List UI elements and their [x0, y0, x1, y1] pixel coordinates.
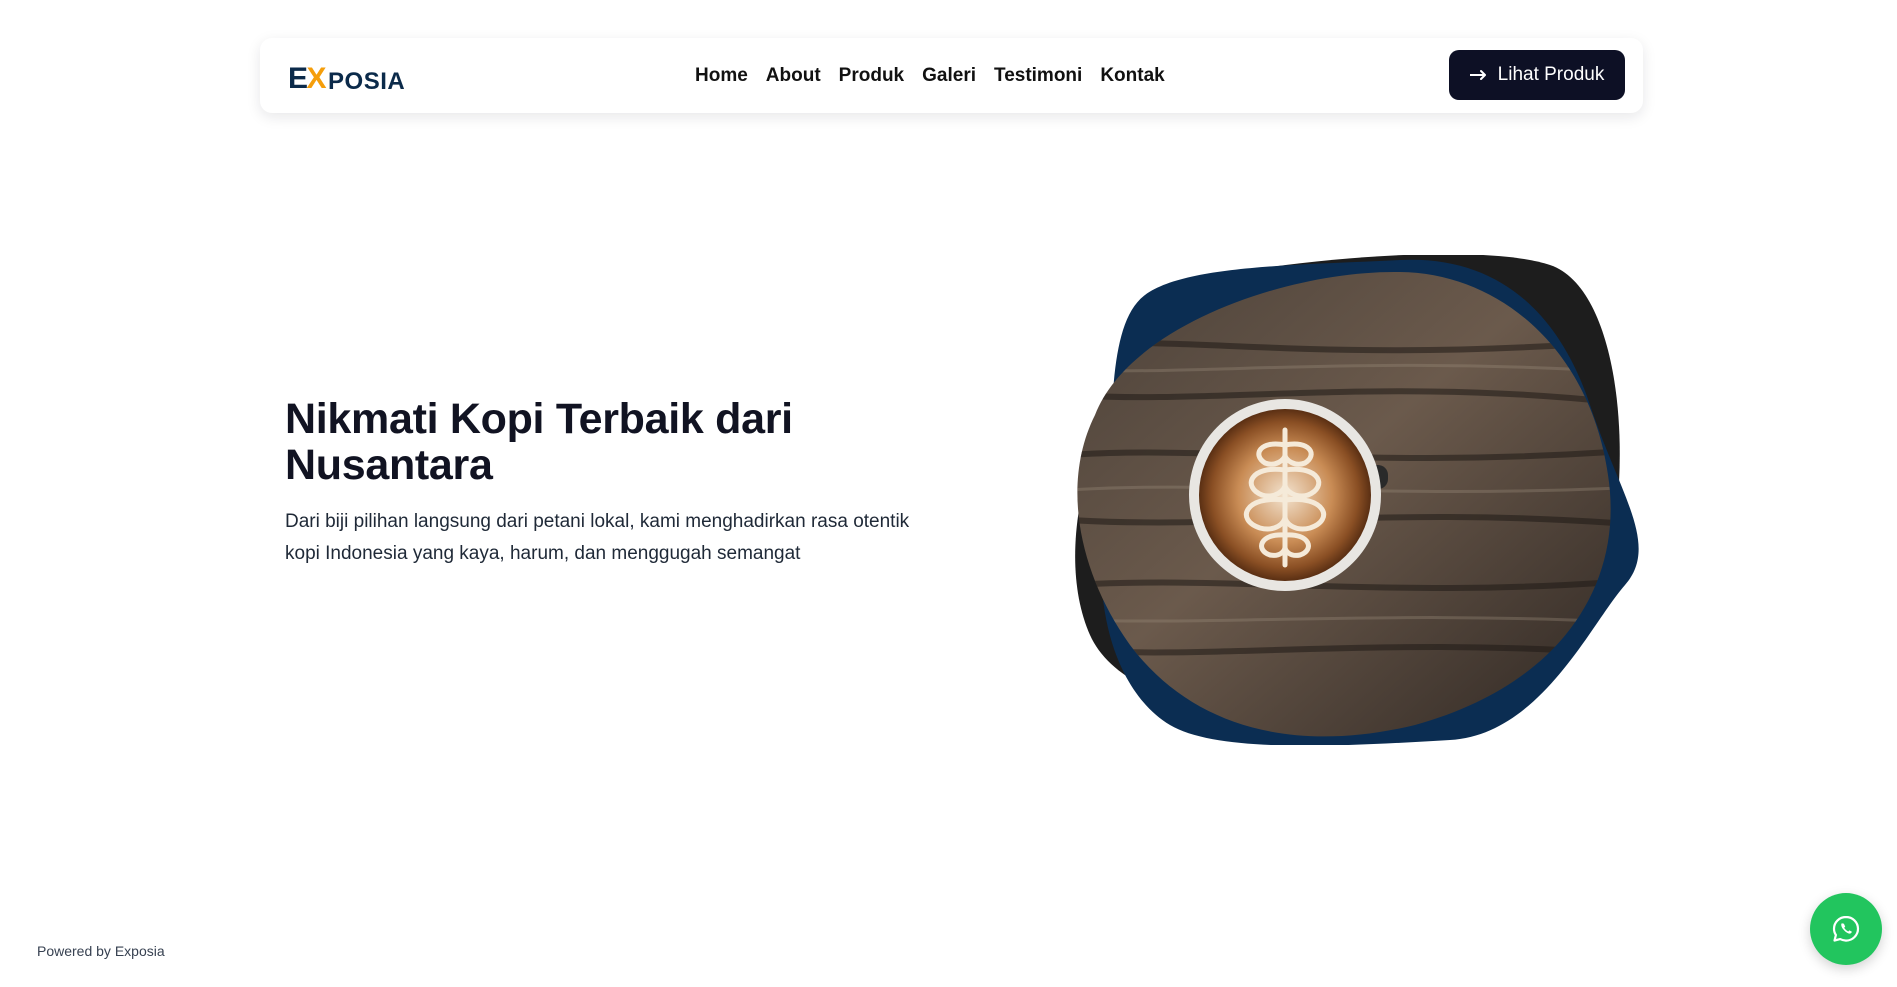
logo-letter-e: E: [288, 62, 309, 95]
nav-link-about[interactable]: About: [766, 65, 821, 87]
hero-title: Nikmati Kopi Terbaik dari Nusantara: [285, 395, 793, 489]
powered-by-text[interactable]: Powered by Exposia: [37, 943, 165, 959]
logo-wordmark: POSIA: [328, 68, 406, 95]
exposia-logo[interactable]: E X POSIA: [288, 60, 405, 94]
navbar: E X POSIA Home About Produk Galeri Testi…: [260, 38, 1643, 113]
arrow-right-icon: [1469, 70, 1486, 80]
logo-letter-x: X: [306, 62, 328, 95]
nav-link-produk[interactable]: Produk: [839, 65, 904, 87]
lihat-produk-button[interactable]: Lihat Produk: [1449, 50, 1625, 100]
nav-link-testimoni[interactable]: Testimoni: [994, 65, 1082, 87]
nav-link-home[interactable]: Home: [695, 65, 748, 87]
lihat-produk-label: Lihat Produk: [1497, 64, 1605, 85]
main-navigation: Home About Produk Galeri Testimoni Konta…: [695, 38, 1165, 113]
whatsapp-icon: [1832, 915, 1860, 942]
whatsapp-button[interactable]: [1810, 893, 1882, 965]
nav-link-kontak[interactable]: Kontak: [1100, 65, 1164, 87]
nav-link-galeri[interactable]: Galeri: [922, 65, 976, 87]
hero-coffee-image: [1075, 255, 1639, 745]
hero-description: Dari biji pilihan langsung dari petani l…: [285, 511, 910, 564]
